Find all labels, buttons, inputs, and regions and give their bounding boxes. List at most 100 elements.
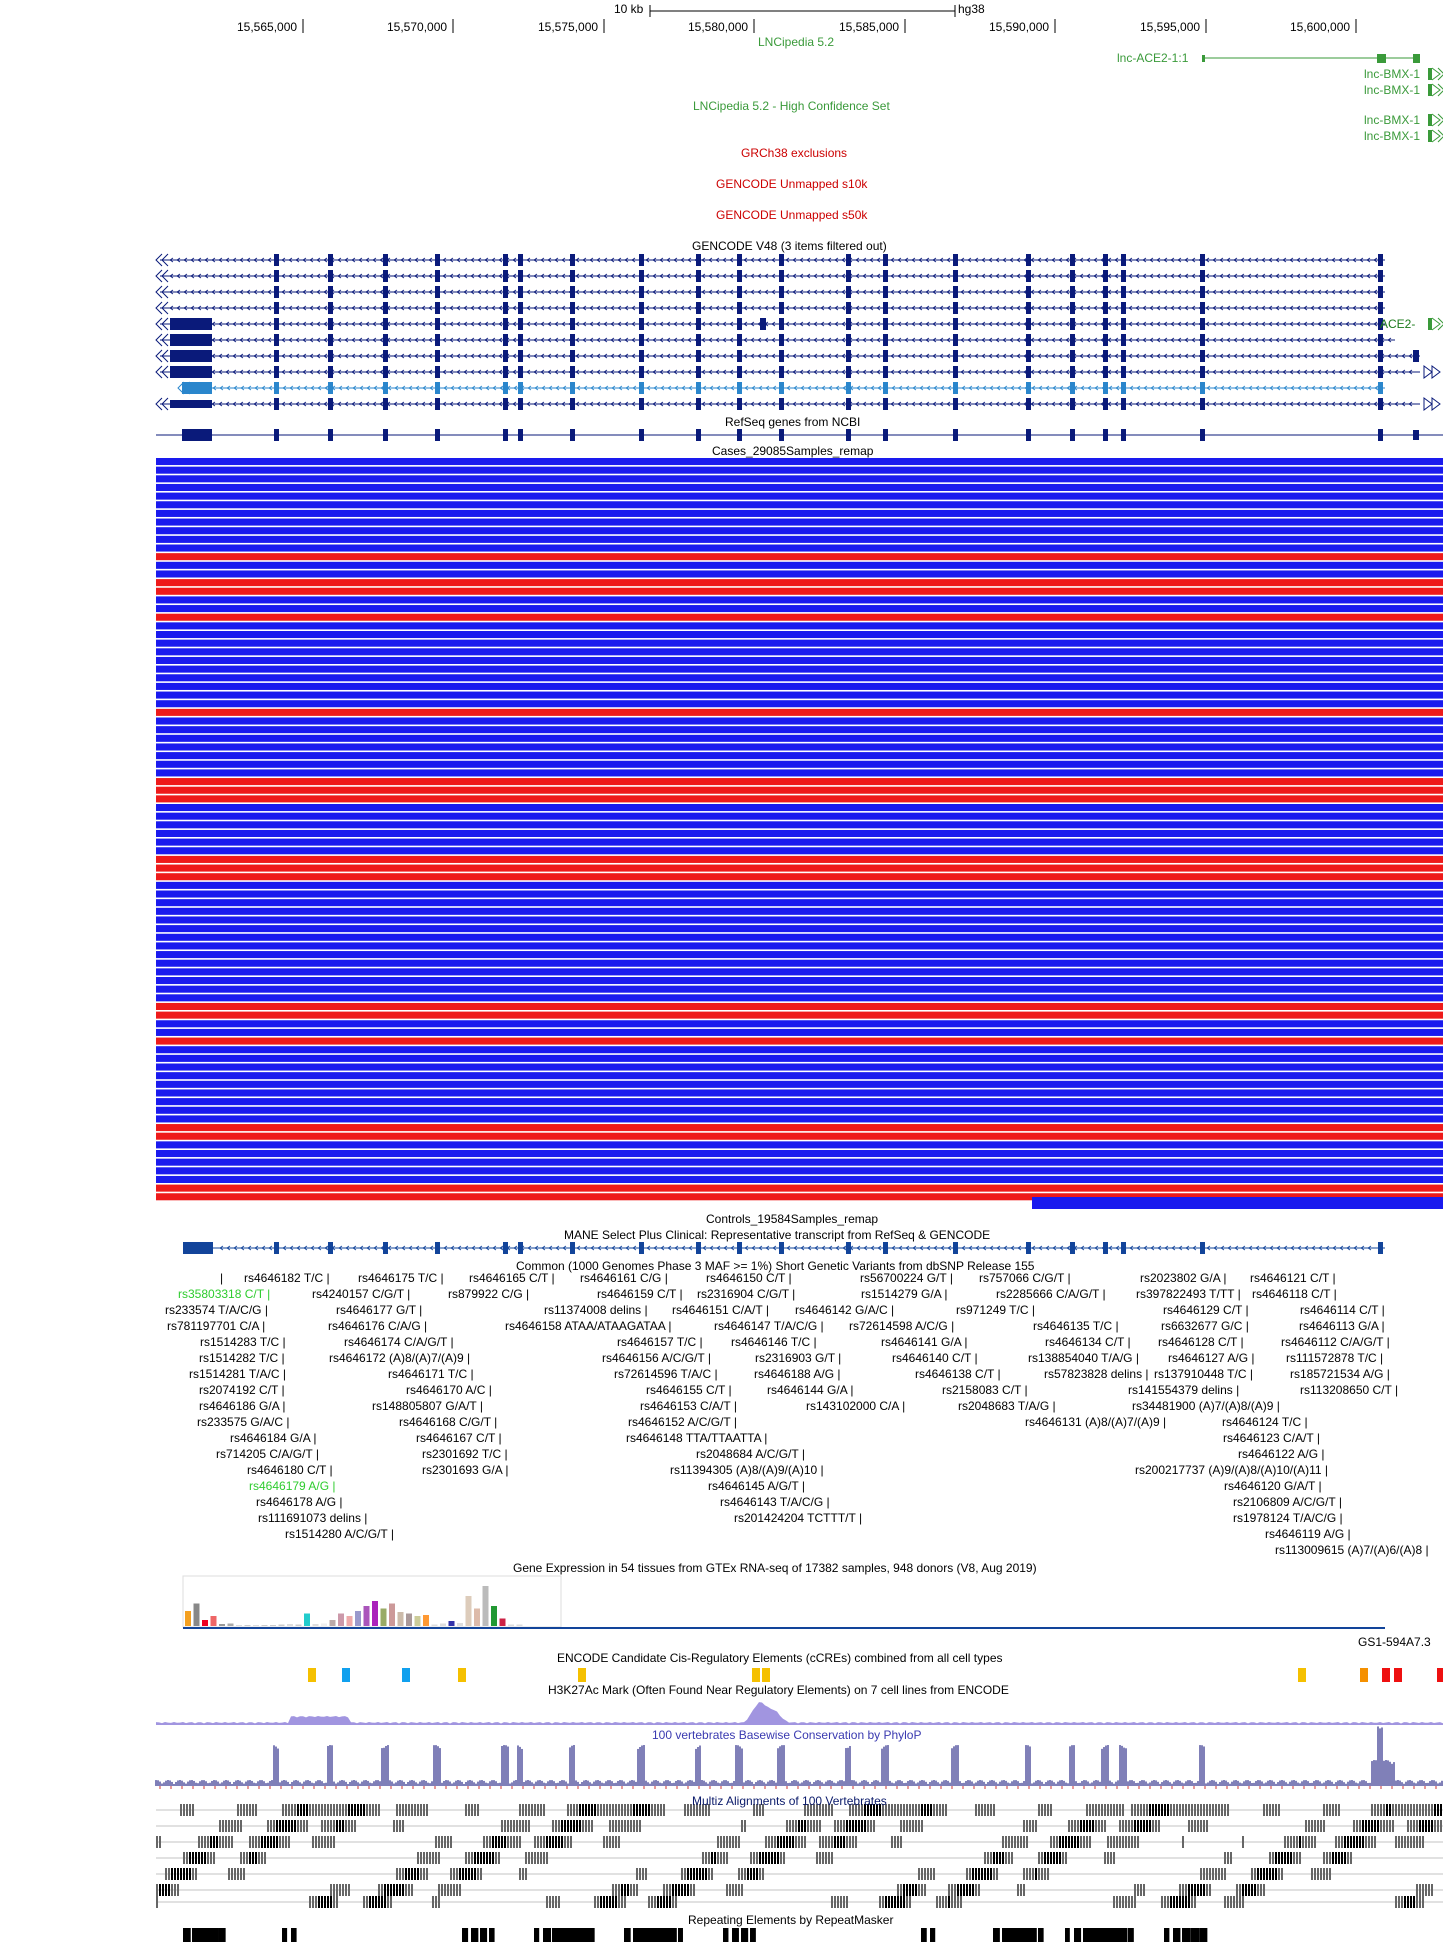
snp-variant[interactable]: rs111572878 T/C | [1286, 1352, 1383, 1365]
snp-variant[interactable]: rs113009615 (A)7/(A)6/(A)8 | [1275, 1544, 1429, 1557]
snp-variant[interactable]: rs1514280 A/C/G/T | [285, 1528, 394, 1541]
snp-variant[interactable]: rs2048684 A/C/G/T | [696, 1448, 805, 1461]
snp-variant[interactable]: rs200217737 (A)9/(A)8/(A)10/(A)11 | [1135, 1464, 1328, 1477]
snp-variant[interactable]: rs4646156 A/C/G/T | [602, 1352, 711, 1365]
snp-variant[interactable]: rs4646118 C/T | [1252, 1288, 1337, 1301]
track-title-grch38-exclusions[interactable]: GRCh38 exclusions [741, 147, 847, 160]
snp-variant[interactable]: rs2158083 C/T | [942, 1384, 1028, 1397]
ace2-gene-label[interactable]: ACE2- [1380, 318, 1415, 331]
snp-variant[interactable]: rs4646129 C/T | [1163, 1304, 1249, 1317]
snp-variant[interactable]: rs4646121 C/T | [1250, 1272, 1336, 1285]
track-title-repeatmasker[interactable]: Repeating Elements by RepeatMasker [688, 1914, 893, 1927]
snp-variant[interactable]: rs72614598 A/C/G | [849, 1320, 954, 1333]
snp-variant[interactable]: rs4646180 C/T | [247, 1464, 333, 1477]
snp-variant[interactable]: rs1978124 T/A/C/G | [1233, 1512, 1343, 1525]
snp-variant[interactable]: rs2023802 G/A | [1140, 1272, 1227, 1285]
snp-variant[interactable]: rs4646140 C/T | [892, 1352, 978, 1365]
track-title-ccre[interactable]: ENCODE Candidate Cis-Regulatory Elements… [557, 1652, 1003, 1665]
track-title-gtex[interactable]: Gene Expression in 54 tissues from GTEx … [513, 1562, 1037, 1575]
track-title-controls[interactable]: Controls_19584Samples_remap [706, 1213, 878, 1226]
snp-variant[interactable]: rs1514282 T/C | [199, 1352, 285, 1365]
snp-variant[interactable]: rs4646155 C/T | [646, 1384, 732, 1397]
lnc-bmx-label-1[interactable]: lnc-BMX-1 [1364, 68, 1420, 81]
snp-variant[interactable]: rs4240157 C/G/T | [312, 1288, 410, 1301]
snp-variant[interactable]: rs4646147 T/A/C/G | [714, 1320, 824, 1333]
track-title-multiz[interactable]: Multiz Alignments of 100 Vertebrates [692, 1795, 887, 1808]
snp-variant[interactable]: rs4646174 C/A/G/T | [344, 1336, 454, 1349]
track-title-gencode-unmapped-10k[interactable]: GENCODE Unmapped s10k [716, 178, 867, 191]
snp-variant[interactable]: rs2301692 T/C | [422, 1448, 508, 1461]
snp-variant[interactable]: rs2285666 C/A/G/T | [996, 1288, 1106, 1301]
snp-variant[interactable]: rs233574 T/A/C/G | [165, 1304, 268, 1317]
snp-variant[interactable]: rs4646171 T/C | [388, 1368, 474, 1381]
track-title-cases[interactable]: Cases_29085Samples_remap [712, 445, 873, 458]
snp-variant[interactable]: rs4646112 C/A/G/T | [1281, 1336, 1390, 1349]
snp-variant[interactable]: rs4646113 G/A | [1299, 1320, 1385, 1333]
snp-variant[interactable]: rs113208650 C/T | [1300, 1384, 1398, 1397]
snp-variant[interactable]: rs4646127 A/G | [1168, 1352, 1255, 1365]
snp-variant[interactable]: rs971249 T/C | [956, 1304, 1035, 1317]
snp-variant[interactable]: rs148805807 G/A/T | [372, 1400, 483, 1413]
snp-variant[interactable]: rs11374008 delins | [544, 1304, 648, 1317]
snp-variant[interactable]: rs6632677 G/C | [1161, 1320, 1249, 1333]
snp-variant[interactable]: rs4646186 G/A | [199, 1400, 286, 1413]
snp-variant[interactable]: rs4646153 C/A/T | [640, 1400, 737, 1413]
snp-variant[interactable]: rs11394305 (A)8/(A)9/(A)10 | [670, 1464, 824, 1477]
snp-variant[interactable]: rs4646176 C/A/G | [328, 1320, 427, 1333]
snp-variant[interactable]: rs4646188 A/G | [754, 1368, 841, 1381]
snp-variant[interactable]: rs4646150 C/T | [706, 1272, 792, 1285]
track-title-lncipedia-hc[interactable]: LNCipedia 5.2 - High Confidence Set [693, 100, 890, 113]
snp-variant[interactable]: rs4646182 T/C | [244, 1272, 330, 1285]
snp-variant[interactable]: rs4646120 G/A/T | [1224, 1480, 1322, 1493]
snp-variant[interactable]: rs4646145 A/G/T | [708, 1480, 805, 1493]
snp-variant[interactable]: rs4646128 C/T | [1158, 1336, 1244, 1349]
snp-variant[interactable]: rs757066 C/G/T | [979, 1272, 1071, 1285]
snp-variant[interactable]: rs879922 C/G | [448, 1288, 529, 1301]
snp-variant[interactable]: rs2048683 T/A/G | [958, 1400, 1056, 1413]
snp-variant[interactable]: rs4646172 (A)8/(A)7/(A)9 | [329, 1352, 470, 1365]
lnc-bmx-label-2[interactable]: lnc-BMX-1 [1364, 84, 1420, 97]
snp-variant[interactable]: rs4646175 T/C | [358, 1272, 444, 1285]
snp-variant[interactable]: rs4646143 T/A/C/G | [720, 1496, 830, 1509]
snp-variant[interactable]: rs137910448 T/C | [1154, 1368, 1253, 1381]
snp-variant[interactable]: rs57823828 delins | [1044, 1368, 1149, 1381]
track-title-refseq[interactable]: RefSeq genes from NCBI [725, 416, 860, 429]
snp-variant[interactable]: rs4646178 A/G | [256, 1496, 343, 1509]
snp-variant[interactable]: rs4646165 C/T | [469, 1272, 555, 1285]
track-title-gencode-unmapped-50k[interactable]: GENCODE Unmapped s50k [716, 209, 867, 222]
snp-variant[interactable]: rs1514279 G/A | [861, 1288, 948, 1301]
snp-variant[interactable]: rs4646119 A/G | [1265, 1528, 1351, 1541]
snp-variant[interactable]: rs2106809 A/C/G/T | [1233, 1496, 1342, 1509]
snp-variant[interactable]: rs2316903 G/T | [755, 1352, 841, 1365]
snp-variant[interactable]: rs1514283 T/C | [200, 1336, 286, 1349]
snp-variant[interactable]: rs143102000 C/A | [806, 1400, 905, 1413]
snp-variant[interactable]: rs233575 G/A/C | [197, 1416, 290, 1429]
snp-variant[interactable]: rs714205 C/A/G/T | [216, 1448, 319, 1461]
snp-variant[interactable]: rs4646151 C/A/T | [672, 1304, 769, 1317]
snp-variant[interactable]: rs4646122 A/G | [1238, 1448, 1325, 1461]
snp-variant[interactable]: rs4646179 A/G | [249, 1480, 336, 1493]
snp-variant[interactable]: rs4646114 C/T | [1300, 1304, 1385, 1317]
snp-variant[interactable]: rs4646141 G/A | [881, 1336, 968, 1349]
snp-variant[interactable]: rs4646168 C/G/T | [399, 1416, 497, 1429]
snp-variant[interactable]: rs35803318 C/T | [178, 1288, 270, 1301]
snp-variant[interactable]: rs34481900 (A)7/(A)8/(A)9 | [1132, 1400, 1280, 1413]
snp-variant[interactable]: rs111691073 delins | [258, 1512, 367, 1525]
snp-variant[interactable]: rs4646124 T/C | [1222, 1416, 1308, 1429]
snp-variant[interactable]: rs1514281 T/A/C | [189, 1368, 286, 1381]
snp-variant[interactable]: rs4646177 G/T | [336, 1304, 422, 1317]
snp-variant[interactable]: rs4646142 G/A/C | [795, 1304, 894, 1317]
snp-variant[interactable]: rs4646158 ATAA/ATAAGATAA | [505, 1320, 672, 1333]
snp-variant[interactable]: rs4646138 C/T | [915, 1368, 1001, 1381]
snp-variant[interactable]: rs2074192 C/T | [199, 1384, 285, 1397]
track-title-phylop[interactable]: 100 vertebrates Basewise Conservation by… [652, 1729, 921, 1742]
snp-variant[interactable]: rs4646159 C/T | [597, 1288, 683, 1301]
lnc-ace2-label[interactable]: lnc-ACE2-1:1 [1117, 52, 1188, 65]
snp-variant[interactable]: rs4646123 C/A/T | [1223, 1432, 1320, 1445]
snp-variant[interactable]: rs56700224 G/T | [860, 1272, 953, 1285]
track-title-mane[interactable]: MANE Select Plus Clinical: Representativ… [564, 1229, 990, 1242]
snp-variant[interactable]: rs185721534 A/G | [1290, 1368, 1390, 1381]
track-title-gencode-v48[interactable]: GENCODE V48 (3 items filtered out) [692, 240, 887, 253]
track-title-h3k27ac[interactable]: H3K27Ac Mark (Often Found Near Regulator… [548, 1684, 1009, 1697]
snp-variant[interactable]: rs138854040 T/A/G | [1028, 1352, 1139, 1365]
